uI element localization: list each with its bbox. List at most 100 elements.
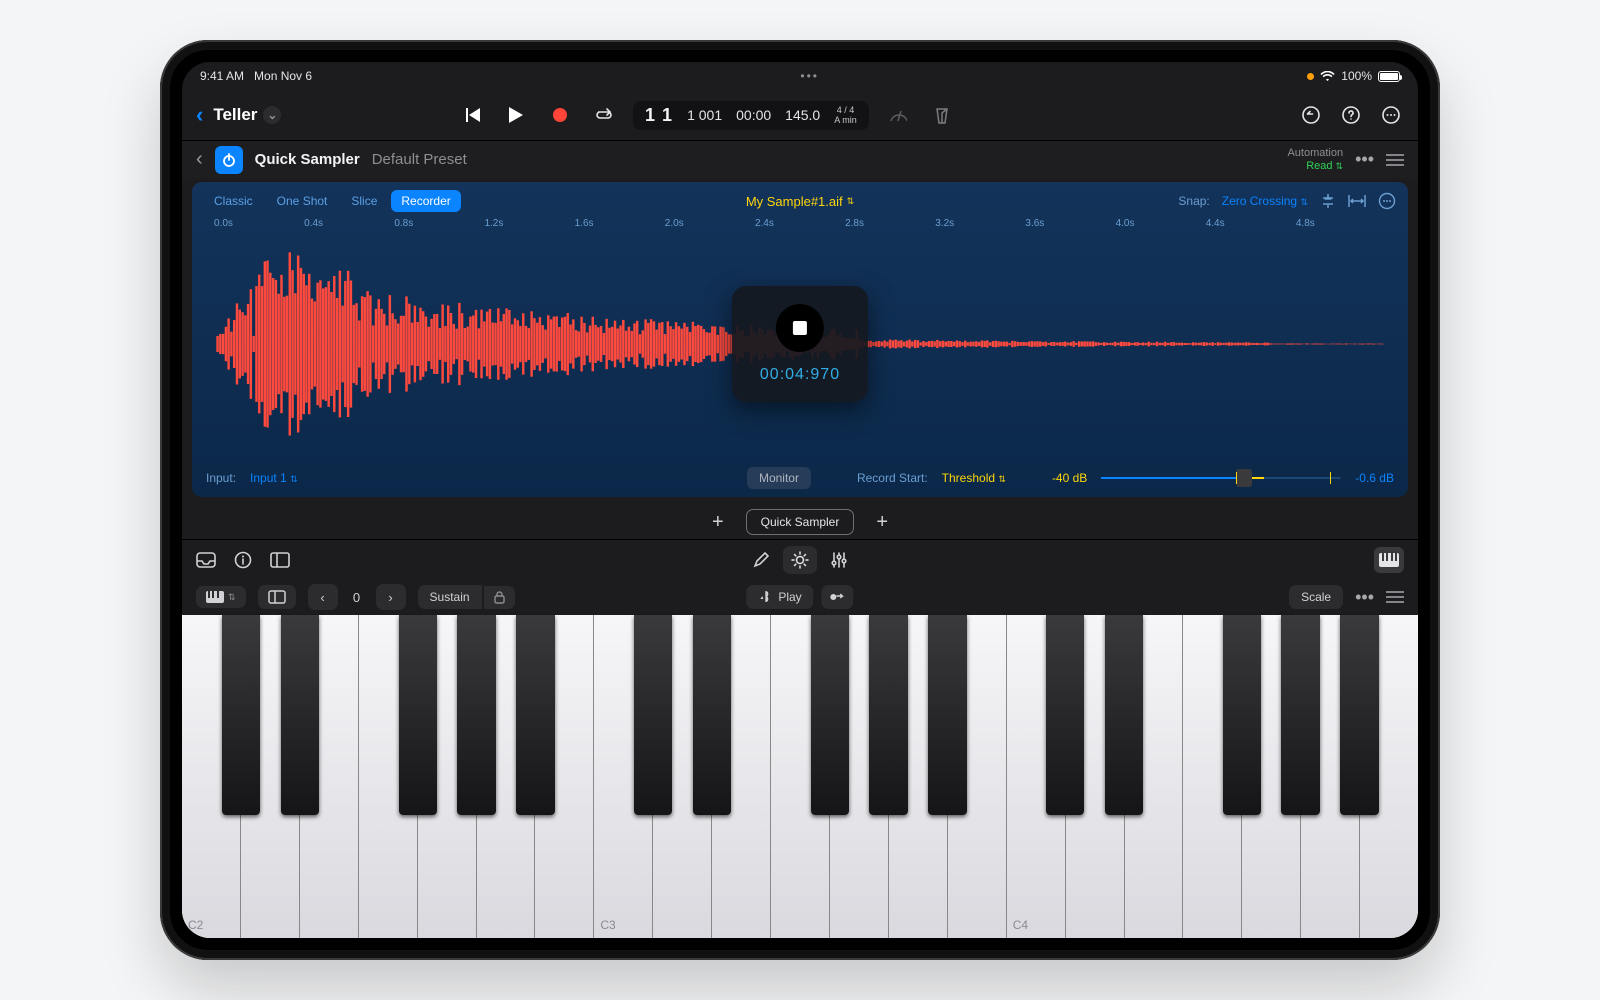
black-key[interactable] bbox=[399, 615, 437, 815]
pencil-icon[interactable] bbox=[753, 552, 769, 568]
black-key[interactable] bbox=[928, 615, 966, 815]
black-key[interactable] bbox=[457, 615, 495, 815]
chevron-down-icon: ⌄ bbox=[263, 106, 281, 124]
lcd-display[interactable]: 1 1 1 001 00:00 145.0 4 / 4 A min bbox=[633, 101, 869, 130]
multitask-dots-icon[interactable]: ••• bbox=[312, 69, 1307, 83]
time-ruler: 0.0s0.4s0.8s1.2s1.6s2.0s2.4s2.8s3.2s3.6s… bbox=[192, 216, 1408, 229]
transport-controls: 1 1 1 001 00:00 145.0 4 / 4 A min bbox=[457, 100, 957, 130]
recording-indicator-icon bbox=[1307, 73, 1314, 80]
project-name-label: Teller bbox=[213, 105, 257, 125]
mode-classic-button[interactable]: Classic bbox=[204, 190, 263, 212]
tablet-frame: 9:41 AM Mon Nov 6 ••• 100% ‹ Teller ⌄ bbox=[160, 40, 1440, 960]
plugin-more-button[interactable]: ••• bbox=[1355, 149, 1374, 170]
black-key[interactable] bbox=[281, 615, 319, 815]
key-label: C3 bbox=[600, 918, 615, 932]
mode-slice-button[interactable]: Slice bbox=[341, 190, 387, 212]
stop-recording-button[interactable] bbox=[776, 304, 824, 352]
sample-name-button[interactable]: My Sample#1.aif⇅ bbox=[746, 194, 854, 209]
brightness-button[interactable] bbox=[783, 546, 817, 574]
plugin-menu-icon[interactable] bbox=[1386, 154, 1404, 166]
plugin-header: ‹ Quick Sampler Default Preset Automatio… bbox=[182, 140, 1418, 178]
sampler-more-button[interactable] bbox=[1378, 192, 1396, 210]
monitor-button[interactable]: Monitor bbox=[747, 467, 811, 489]
add-tab-left-button[interactable]: + bbox=[712, 511, 724, 534]
octave-down-button[interactable]: ‹ bbox=[308, 584, 338, 610]
key-label: C4 bbox=[1013, 918, 1028, 932]
keyboard-view-button[interactable] bbox=[1374, 547, 1404, 573]
sampler-footer: Input: Input 1 ⇅ Monitor Record Start: T… bbox=[192, 459, 1408, 497]
play-mode-button[interactable]: Play bbox=[746, 585, 813, 609]
screen: 9:41 AM Mon Nov 6 ••• 100% ‹ Teller ⌄ bbox=[182, 62, 1418, 938]
recstart-label: Record Start: bbox=[857, 471, 928, 485]
input-select[interactable]: Input 1 ⇅ bbox=[250, 471, 298, 485]
waveform-display[interactable]: 00:04:970 bbox=[192, 229, 1408, 459]
keyboard-size-select[interactable]: ⇅ bbox=[196, 586, 246, 608]
octave-value: 0 bbox=[342, 590, 372, 605]
glissando-button[interactable] bbox=[822, 585, 854, 609]
trim-icon[interactable] bbox=[1320, 193, 1336, 209]
tuner-button[interactable] bbox=[883, 100, 913, 130]
piano-keyboard[interactable]: C2 C3 C4 bbox=[182, 615, 1418, 938]
fit-icon[interactable] bbox=[1348, 194, 1366, 208]
help-button[interactable] bbox=[1338, 102, 1364, 128]
back-button[interactable]: ‹ bbox=[196, 102, 203, 128]
black-key[interactable] bbox=[811, 615, 849, 815]
black-key[interactable] bbox=[1223, 615, 1261, 815]
threshold-handle[interactable] bbox=[1236, 469, 1252, 487]
peak-db: -0.6 dB bbox=[1355, 471, 1394, 485]
lcd-signature: 4 / 4 A min bbox=[834, 105, 857, 125]
black-key[interactable] bbox=[869, 615, 907, 815]
split-view-button[interactable] bbox=[258, 585, 296, 609]
keyboard-toolbar: ⇅ ‹ 0 › Sustain Play Scale ••• bbox=[182, 579, 1418, 615]
project-name-button[interactable]: Teller ⌄ bbox=[213, 105, 281, 125]
record-button[interactable] bbox=[545, 100, 575, 130]
black-key[interactable] bbox=[516, 615, 554, 815]
play-button[interactable] bbox=[501, 100, 531, 130]
recstart-select[interactable]: Threshold ⇅ bbox=[942, 471, 1006, 485]
cycle-button[interactable] bbox=[589, 100, 619, 130]
stop-icon bbox=[793, 321, 807, 335]
go-to-start-button[interactable] bbox=[457, 100, 487, 130]
sidebar-icon[interactable] bbox=[270, 552, 290, 568]
inbox-icon[interactable] bbox=[196, 552, 216, 568]
input-label: Input: bbox=[206, 471, 236, 485]
info-icon[interactable] bbox=[234, 551, 252, 569]
black-key[interactable] bbox=[693, 615, 731, 815]
lcd-time: 00:00 bbox=[736, 107, 771, 123]
undo-button[interactable] bbox=[1298, 102, 1324, 128]
key-label: C2 bbox=[188, 918, 203, 932]
level-meter[interactable] bbox=[1101, 474, 1341, 482]
sustain-button[interactable]: Sustain bbox=[418, 585, 482, 609]
black-key[interactable] bbox=[1340, 615, 1378, 815]
threshold-db: -40 dB bbox=[1052, 471, 1087, 485]
sliders-icon[interactable] bbox=[831, 552, 847, 568]
battery-icon bbox=[1378, 71, 1400, 82]
snap-value-button[interactable]: Zero Crossing ⇅ bbox=[1222, 194, 1308, 208]
mode-oneshot-button[interactable]: One Shot bbox=[267, 190, 338, 212]
keyboard-more-button[interactable]: ••• bbox=[1355, 587, 1374, 608]
plugin-power-button[interactable] bbox=[215, 146, 243, 174]
tab-quick-sampler[interactable]: Quick Sampler bbox=[746, 509, 855, 535]
scale-button[interactable]: Scale bbox=[1289, 585, 1343, 609]
black-key[interactable] bbox=[1281, 615, 1319, 815]
black-key[interactable] bbox=[634, 615, 672, 815]
more-button[interactable] bbox=[1378, 102, 1404, 128]
app-toolbar: ‹ Teller ⌄ 1 1 1 001 00:00 145.0 4 / 4 A… bbox=[182, 90, 1418, 140]
metronome-button[interactable] bbox=[927, 100, 957, 130]
octave-up-button[interactable]: › bbox=[376, 584, 406, 610]
status-date: Mon Nov 6 bbox=[254, 69, 312, 83]
plugin-tab-strip: + Quick Sampler + bbox=[182, 505, 1418, 539]
black-key[interactable] bbox=[1105, 615, 1143, 815]
plugin-preset[interactable]: Default Preset bbox=[372, 151, 467, 168]
black-key[interactable] bbox=[1046, 615, 1084, 815]
black-key[interactable] bbox=[222, 615, 260, 815]
add-tab-right-button[interactable]: + bbox=[876, 511, 888, 534]
recording-time: 00:04:970 bbox=[760, 366, 840, 384]
mode-recorder-button[interactable]: Recorder bbox=[391, 190, 460, 212]
sustain-lock-button[interactable] bbox=[484, 586, 515, 609]
plugin-name: Quick Sampler bbox=[255, 151, 360, 168]
plugin-back-button[interactable]: ‹ bbox=[196, 148, 203, 171]
automation-mode-button[interactable]: Automation Read ⇅ bbox=[1287, 147, 1343, 173]
octave-navigator: ‹ 0 › bbox=[308, 584, 406, 610]
keyboard-menu-icon[interactable] bbox=[1386, 591, 1404, 603]
